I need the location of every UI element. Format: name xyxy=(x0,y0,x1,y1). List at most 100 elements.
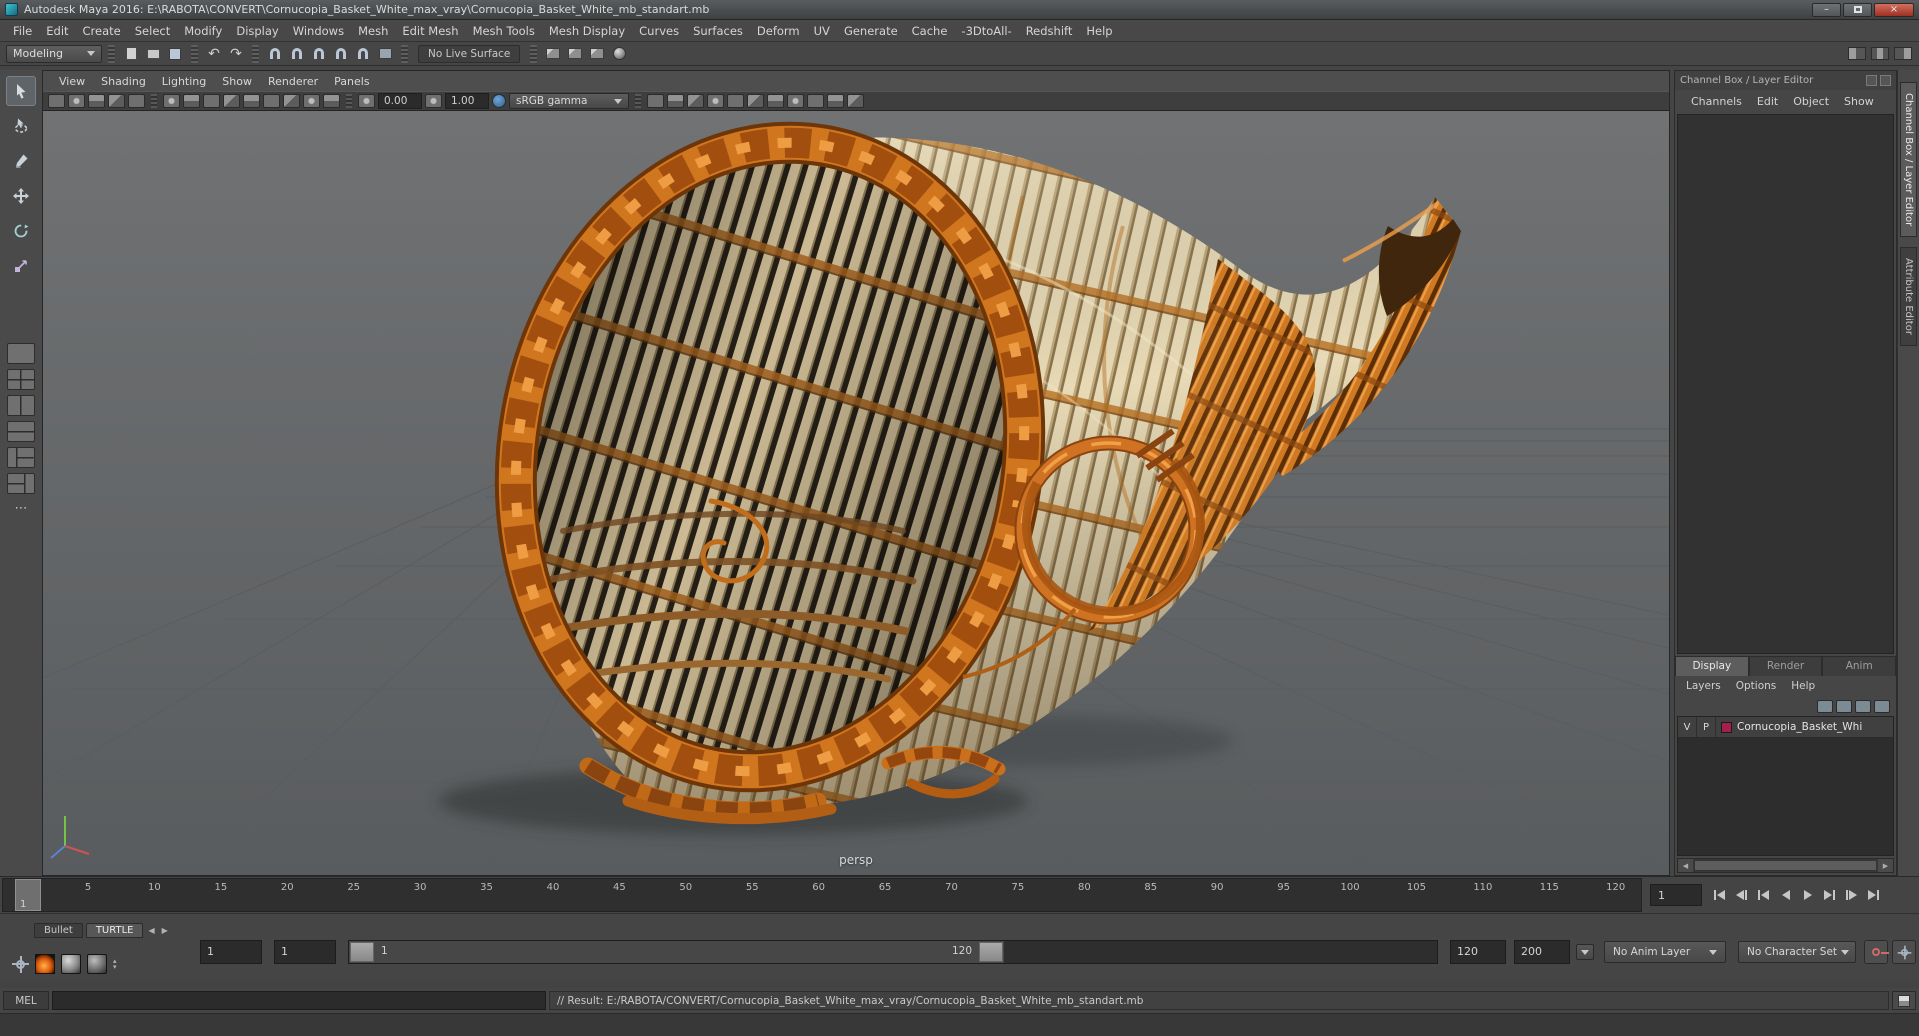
grid-display-icon[interactable] xyxy=(203,94,220,108)
panel-menu-item[interactable]: View xyxy=(51,75,93,88)
resolution-gate-icon[interactable] xyxy=(243,94,260,108)
menu-item[interactable]: Modify xyxy=(177,24,229,38)
lock-camera-icon[interactable] xyxy=(68,94,85,108)
layout-four-pane-button[interactable] xyxy=(7,369,35,390)
step-forward-key-button[interactable] xyxy=(1820,886,1839,904)
new-scene-icon[interactable] xyxy=(121,44,141,64)
command-line-language-toggle[interactable]: MEL xyxy=(3,991,49,1010)
layer-playback-toggle[interactable]: P xyxy=(1697,716,1716,738)
render-view-icon[interactable] xyxy=(543,44,563,64)
panel-menu-item[interactable]: Renderer xyxy=(260,75,326,88)
timeline-playhead[interactable] xyxy=(15,879,41,911)
auto-keyframe-toggle[interactable] xyxy=(1864,940,1889,964)
ipr-render-icon[interactable] xyxy=(587,44,607,64)
layer-editor-tab[interactable]: Anim xyxy=(1822,656,1897,676)
close-button[interactable]: × xyxy=(1874,2,1914,17)
title-bar[interactable]: Autodesk Maya 2016: E:\RABOTA\CONVERT\Co… xyxy=(0,0,1919,20)
scrollbar-thumb[interactable] xyxy=(1694,860,1877,871)
script-editor-icon[interactable] xyxy=(1892,991,1916,1010)
menu-item[interactable]: Mesh xyxy=(351,24,395,38)
panel-menu-item[interactable]: Lighting xyxy=(154,75,214,88)
new-layer-from-selected-icon[interactable] xyxy=(1874,699,1890,713)
menu-item[interactable]: Generate xyxy=(837,24,905,38)
move-layer-down-icon[interactable] xyxy=(1836,699,1852,713)
animation-start-field[interactable]: 1 xyxy=(200,940,262,964)
animation-end-field[interactable]: 200 xyxy=(1514,940,1570,964)
range-end-handle[interactable] xyxy=(979,942,1003,962)
section-divider[interactable] xyxy=(191,44,198,63)
channel-box-menu-item[interactable]: Channels xyxy=(1685,95,1748,108)
menu-item[interactable]: Help xyxy=(1079,24,1119,38)
sidebar-attribute-editor-icon[interactable] xyxy=(1847,44,1867,64)
select-tool-button[interactable] xyxy=(6,76,36,106)
animation-preferences-button[interactable] xyxy=(1892,940,1916,964)
x-ray-icon[interactable] xyxy=(847,94,864,108)
layout-single-pane-button[interactable] xyxy=(7,343,35,364)
color-management-icon[interactable] xyxy=(492,94,506,108)
gamma-field[interactable]: 1.00 xyxy=(445,93,489,109)
render-settings-icon[interactable] xyxy=(609,44,629,64)
channel-box-header[interactable]: Channel Box / Layer Editor xyxy=(1675,71,1896,90)
layer-editor-menu-item[interactable]: Options xyxy=(1729,680,1784,692)
playback-options-icon[interactable] xyxy=(1576,944,1594,960)
menu-item[interactable]: Redshift xyxy=(1019,24,1080,38)
layer-editor-menu-item[interactable]: Layers xyxy=(1679,680,1728,692)
layout-two-pane-side-button[interactable] xyxy=(7,395,35,416)
snap-to-grid-icon[interactable] xyxy=(265,44,285,64)
isolate-select-icon[interactable] xyxy=(827,94,844,108)
play-forwards-button[interactable] xyxy=(1798,886,1817,904)
material-sphere-swatch[interactable] xyxy=(61,954,81,974)
menu-item[interactable]: Create xyxy=(76,24,128,38)
anim-layer-dropdown[interactable]: No Anim Layer xyxy=(1604,941,1726,963)
shelf-tab-turtle[interactable]: TURTLE xyxy=(85,923,144,938)
undo-icon[interactable]: ↶ xyxy=(204,44,224,64)
section-divider[interactable] xyxy=(401,44,408,63)
gamma-icon[interactable] xyxy=(425,94,442,108)
menu-item[interactable]: Edit Mesh xyxy=(395,24,465,38)
snap-to-curve-icon[interactable] xyxy=(287,44,307,64)
multisample-aa-icon[interactable] xyxy=(787,94,804,108)
fire-material-swatch[interactable] xyxy=(35,954,55,974)
close-panel-icon[interactable] xyxy=(1880,75,1891,86)
current-frame-field[interactable]: 1 xyxy=(1650,884,1702,906)
snap-to-point-icon[interactable] xyxy=(309,44,329,64)
command-line-result[interactable]: // Result: E:/RABOTA/CONVERT/Cornucopia_… xyxy=(549,991,1889,1010)
new-empty-layer-icon[interactable] xyxy=(1855,699,1871,713)
playback-end-field[interactable]: 120 xyxy=(1450,940,1506,964)
layer-color-swatch[interactable] xyxy=(1721,721,1732,733)
sidebar-channel-box-icon[interactable] xyxy=(1893,44,1913,64)
layer-name[interactable]: Cornucopia_Basket_Whi xyxy=(1737,721,1862,733)
channel-box-menu-item[interactable]: Edit xyxy=(1751,95,1784,108)
sidebar-tab-attribute-editor[interactable]: Attribute Editor xyxy=(1900,247,1917,347)
step-back-frame-button[interactable] xyxy=(1732,886,1751,904)
camera-attributes-icon[interactable] xyxy=(88,94,105,108)
layer-list[interactable]: V P Cornucopia_Basket_Whi xyxy=(1677,716,1894,856)
make-live-icon[interactable] xyxy=(375,44,395,64)
exposure-field[interactable]: 0.00 xyxy=(378,93,422,109)
rotate-tool-button[interactable] xyxy=(6,216,36,246)
viewport-canvas[interactable]: persp xyxy=(43,111,1669,875)
shelf-tab-bullet[interactable]: Bullet xyxy=(34,923,83,938)
range-start-handle[interactable] xyxy=(350,942,374,962)
shelf-next-icon[interactable]: ▶ xyxy=(160,926,170,935)
channel-box-menu-item[interactable]: Show xyxy=(1838,95,1880,108)
float-panel-icon[interactable] xyxy=(1866,75,1877,86)
shaded-icon[interactable] xyxy=(667,94,684,108)
gate-mask-icon[interactable] xyxy=(263,94,280,108)
view-transform-dropdown[interactable]: sRGB gamma xyxy=(509,93,629,109)
menu-item[interactable]: Windows xyxy=(286,24,351,38)
menu-item[interactable]: Cache xyxy=(905,24,955,38)
playback-range-bar[interactable]: 1 120 xyxy=(349,941,1004,963)
snap-to-view-plane-icon[interactable] xyxy=(353,44,373,64)
screen-space-ao-icon[interactable] xyxy=(747,94,764,108)
select-camera-icon[interactable] xyxy=(48,94,65,108)
maximize-button[interactable] xyxy=(1843,2,1872,17)
range-slider-track[interactable]: 1 120 xyxy=(348,940,1438,964)
layout-two-pane-stacked-button[interactable] xyxy=(7,421,35,442)
menu-set-dropdown[interactable]: Modeling xyxy=(6,44,102,63)
exposure-icon[interactable] xyxy=(358,94,375,108)
grease-pencil-icon[interactable] xyxy=(183,94,200,108)
layer-editor-tab[interactable]: Render xyxy=(1748,656,1823,676)
field-chart-icon[interactable] xyxy=(283,94,300,108)
layer-list-scrollbar[interactable]: ◀ ▶ xyxy=(1677,858,1894,873)
